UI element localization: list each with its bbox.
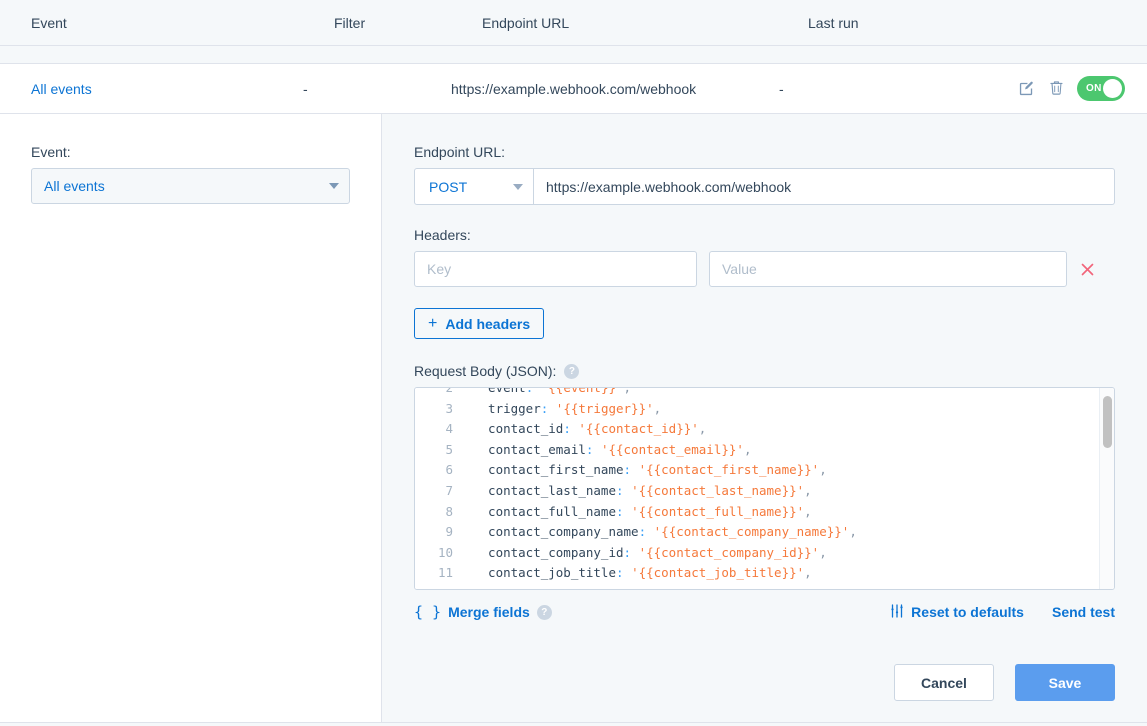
webhook-enabled-toggle[interactable]: ON (1077, 76, 1125, 101)
header-value-input[interactable] (709, 251, 1067, 287)
endpoint-url-input[interactable] (534, 168, 1115, 205)
merge-fields-label: Merge fields (448, 604, 530, 620)
right-panel: Endpoint URL: POST Headers: + Add header… (382, 114, 1147, 723)
editor-scrollbar-thumb[interactable] (1103, 396, 1112, 448)
endpoint-url-row: POST (414, 168, 1115, 205)
toggle-label: ON (1086, 83, 1102, 94)
webhooks-table-header: Event Filter Endpoint URL Last run (0, 0, 1147, 46)
column-header-event: Event (31, 14, 67, 31)
save-button[interactable]: Save (1015, 664, 1115, 701)
remove-header-icon[interactable] (1079, 261, 1095, 277)
editor-toolbar: { } Merge fields ? Reset to defaults Sen… (414, 590, 1115, 634)
event-select-value: All events (44, 178, 105, 194)
row-actions: ON (959, 76, 1147, 101)
trash-icon[interactable] (1047, 80, 1065, 98)
http-method-value: POST (429, 178, 468, 195)
toggle-knob (1103, 79, 1122, 98)
row-cell-last-run: - (779, 80, 784, 97)
request-body-label: Request Body (JSON): (414, 363, 557, 379)
chevron-down-icon (513, 183, 523, 190)
endpoint-url-label: Endpoint URL: (414, 144, 506, 160)
braces-icon: { } (414, 603, 442, 621)
editor-scrollbar[interactable] (1099, 388, 1114, 589)
merge-fields-button[interactable]: { } Merge fields ? (414, 603, 552, 621)
table-row[interactable]: All events - https://example.webhook.com… (0, 63, 1147, 114)
reset-to-defaults-label: Reset to defaults (911, 604, 1024, 620)
form-actions: Cancel Save (894, 664, 1115, 701)
column-header-last-run: Last run (808, 14, 859, 31)
column-header-endpoint: Endpoint URL (482, 14, 570, 31)
plus-icon: + (428, 314, 438, 332)
help-icon[interactable]: ? (564, 363, 580, 379)
add-headers-button[interactable]: + Add headers (414, 308, 545, 339)
left-panel: Event: All events (0, 114, 382, 723)
request-body-editor[interactable]: 2 3 4 5 6 7 8 9 10 11 event: '{{event}}', trigger… (414, 387, 1115, 590)
http-method-select[interactable]: POST (414, 168, 534, 205)
row-cell-endpoint: https://example.webhook.com/webhook (451, 80, 697, 97)
column-header-filter: Filter (334, 14, 366, 31)
cancel-button[interactable]: Cancel (894, 664, 994, 701)
reset-to-defaults-button[interactable]: Reset to defaults (890, 603, 1024, 621)
code-content[interactable]: event: '{{event}}', trigger: '{{trigger}… (463, 388, 1099, 589)
table-header-gap (0, 46, 1147, 63)
editor-body: Event: All events Endpoint URL: POST Hea… (0, 114, 1147, 723)
row-cell-event: All events (0, 81, 303, 97)
add-headers-label: Add headers (445, 315, 531, 332)
help-icon[interactable]: ? (536, 604, 552, 620)
sliders-icon (890, 603, 904, 621)
edit-icon[interactable] (1017, 80, 1035, 98)
event-label: Event: (31, 144, 71, 160)
row-cell-filter: - (303, 80, 308, 97)
editor-toolbar-right: Reset to defaults Send test (890, 603, 1115, 621)
chevron-down-icon (329, 183, 339, 189)
request-body-label-row: Request Body (JSON): ? (414, 363, 1115, 379)
headers-label: Headers: (414, 227, 471, 243)
send-test-button[interactable]: Send test (1052, 604, 1115, 620)
event-select[interactable]: All events (31, 168, 350, 204)
code-scroll-area: 2 3 4 5 6 7 8 9 10 11 event: '{{event}}', trigger… (415, 388, 1099, 589)
event-link[interactable]: All events (31, 81, 92, 97)
header-key-input[interactable] (414, 251, 697, 287)
line-number-gutter: 2 3 4 5 6 7 8 9 10 11 (415, 388, 463, 589)
header-row (414, 251, 1115, 287)
